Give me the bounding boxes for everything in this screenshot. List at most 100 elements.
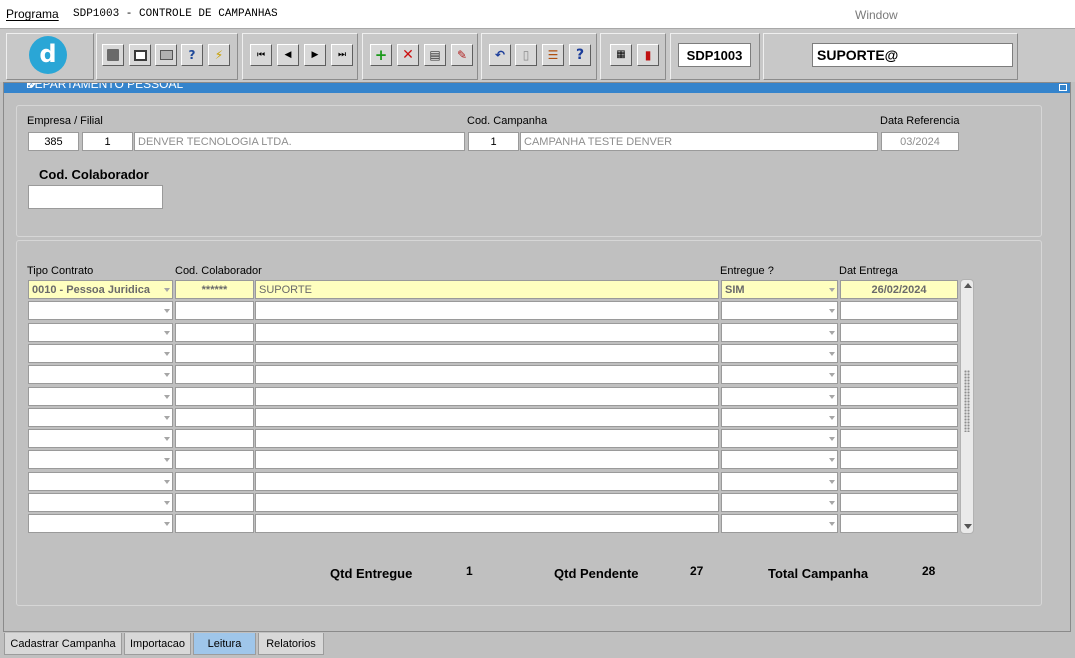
chevron-down-icon[interactable] bbox=[164, 373, 170, 377]
chevron-down-icon[interactable] bbox=[164, 288, 170, 292]
execute-query-icon[interactable]: ⚡ bbox=[208, 44, 230, 66]
cell-entregue[interactable] bbox=[721, 472, 838, 491]
help-icon[interactable]: ? bbox=[569, 44, 591, 66]
edit-icon[interactable]: ✎ bbox=[451, 44, 473, 66]
cod-campanha-field[interactable]: 1 bbox=[468, 132, 519, 151]
cell-dat-entrega[interactable] bbox=[840, 429, 958, 448]
chevron-down-icon[interactable] bbox=[164, 416, 170, 420]
cod-colaborador-filter-field[interactable] bbox=[28, 185, 163, 209]
filial-field[interactable]: 1 bbox=[82, 132, 133, 151]
cell-cod-colaborador[interactable] bbox=[175, 408, 254, 427]
cell-dat-entrega[interactable] bbox=[840, 408, 958, 427]
cell-cod-colaborador[interactable] bbox=[175, 514, 254, 533]
cell-dat-entrega[interactable] bbox=[840, 323, 958, 342]
cell-dat-entrega[interactable] bbox=[840, 365, 958, 384]
cell-tipo-contrato[interactable] bbox=[28, 387, 173, 406]
chevron-down-icon[interactable] bbox=[829, 501, 835, 505]
cell-entregue[interactable] bbox=[721, 408, 838, 427]
list-values-icon[interactable]: ☰ bbox=[542, 44, 564, 66]
empresa-field[interactable]: 385 bbox=[28, 132, 79, 151]
chevron-down-icon[interactable] bbox=[164, 437, 170, 441]
menu-icon[interactable]: ▦ bbox=[610, 44, 632, 66]
chevron-down-icon[interactable] bbox=[164, 501, 170, 505]
cell-entregue[interactable] bbox=[721, 493, 838, 512]
cell-cod-colaborador[interactable] bbox=[175, 365, 254, 384]
cell-dat-entrega[interactable] bbox=[840, 514, 958, 533]
cell-nome[interactable] bbox=[255, 323, 719, 342]
cell-tipo-contrato[interactable] bbox=[28, 301, 173, 320]
cell-nome[interactable] bbox=[255, 387, 719, 406]
cell-nome[interactable] bbox=[255, 429, 719, 448]
clear-record-icon[interactable]: ▤ bbox=[424, 44, 446, 66]
undo-icon[interactable]: ↶ bbox=[489, 44, 511, 66]
chevron-down-icon[interactable] bbox=[829, 480, 835, 484]
cell-nome[interactable] bbox=[255, 514, 719, 533]
cell-tipo-contrato[interactable] bbox=[28, 323, 173, 342]
cell-nome[interactable] bbox=[255, 344, 719, 363]
cell-tipo-contrato[interactable] bbox=[28, 344, 173, 363]
menu-window[interactable]: Window bbox=[855, 8, 898, 22]
last-record-icon[interactable]: ⏭ bbox=[331, 44, 353, 66]
cell-cod-colaborador[interactable]: ****** bbox=[175, 280, 254, 299]
grid-scrollbar[interactable] bbox=[960, 279, 974, 534]
cell-nome[interactable] bbox=[255, 301, 719, 320]
cell-tipo-contrato[interactable] bbox=[28, 493, 173, 512]
cell-entregue[interactable] bbox=[721, 301, 838, 320]
cell-tipo-contrato[interactable] bbox=[28, 514, 173, 533]
tab-cadastrar-campanha[interactable]: Cadastrar Campanha bbox=[4, 633, 122, 655]
cell-tipo-contrato[interactable] bbox=[28, 429, 173, 448]
cell-dat-entrega[interactable] bbox=[840, 387, 958, 406]
chevron-down-icon[interactable] bbox=[829, 395, 835, 399]
cell-tipo-contrato[interactable] bbox=[28, 408, 173, 427]
cell-cod-colaborador[interactable] bbox=[175, 323, 254, 342]
chevron-down-icon[interactable] bbox=[164, 480, 170, 484]
cell-cod-colaborador[interactable] bbox=[175, 344, 254, 363]
tab-importacao[interactable]: Importacao bbox=[124, 633, 191, 655]
cell-cod-colaborador[interactable] bbox=[175, 450, 254, 469]
chevron-down-icon[interactable] bbox=[164, 458, 170, 462]
cell-entregue[interactable] bbox=[721, 514, 838, 533]
chevron-down-icon[interactable] bbox=[164, 309, 170, 313]
chevron-down-icon[interactable] bbox=[829, 331, 835, 335]
delete-record-icon[interactable]: ✕ bbox=[397, 44, 419, 66]
clipboard-icon[interactable]: ▯ bbox=[515, 44, 537, 66]
cell-dat-entrega[interactable] bbox=[840, 344, 958, 363]
chevron-down-icon[interactable] bbox=[829, 458, 835, 462]
save-icon[interactable] bbox=[102, 44, 124, 66]
chevron-down-icon[interactable] bbox=[829, 309, 835, 313]
chevron-down-icon[interactable] bbox=[164, 395, 170, 399]
chevron-down-icon[interactable] bbox=[164, 331, 170, 335]
cell-dat-entrega[interactable]: 26/02/2024 bbox=[840, 280, 958, 299]
cell-entregue[interactable] bbox=[721, 387, 838, 406]
cell-cod-colaborador[interactable] bbox=[175, 493, 254, 512]
chevron-down-icon[interactable] bbox=[829, 288, 835, 292]
scroll-grip[interactable] bbox=[964, 370, 970, 432]
scroll-up-icon[interactable] bbox=[964, 283, 972, 288]
insert-record-icon[interactable]: + bbox=[370, 44, 392, 66]
chevron-down-icon[interactable] bbox=[829, 416, 835, 420]
cell-nome[interactable]: SUPORTE bbox=[255, 280, 719, 299]
cell-cod-colaborador[interactable] bbox=[175, 387, 254, 406]
cell-tipo-contrato[interactable] bbox=[28, 472, 173, 491]
chevron-down-icon[interactable] bbox=[164, 352, 170, 356]
chevron-down-icon[interactable] bbox=[829, 437, 835, 441]
cell-tipo-contrato[interactable] bbox=[28, 450, 173, 469]
chevron-down-icon[interactable] bbox=[829, 522, 835, 526]
chevron-down-icon[interactable] bbox=[829, 352, 835, 356]
query-icon[interactable]: ? bbox=[181, 44, 203, 66]
cell-dat-entrega[interactable] bbox=[840, 493, 958, 512]
cell-cod-colaborador[interactable] bbox=[175, 472, 254, 491]
cell-tipo-contrato[interactable]: 0010 - Pessoa Juridica bbox=[28, 280, 173, 299]
chevron-down-icon[interactable] bbox=[164, 522, 170, 526]
cell-dat-entrega[interactable] bbox=[840, 301, 958, 320]
print-icon[interactable] bbox=[155, 44, 177, 66]
cell-nome[interactable] bbox=[255, 408, 719, 427]
tab-leitura[interactable]: Leitura bbox=[193, 633, 256, 655]
previous-record-icon[interactable]: ◀ bbox=[277, 44, 299, 66]
scroll-down-icon[interactable] bbox=[964, 524, 972, 529]
cell-nome[interactable] bbox=[255, 365, 719, 384]
cell-cod-colaborador[interactable] bbox=[175, 429, 254, 448]
first-record-icon[interactable]: ⏮ bbox=[250, 44, 272, 66]
cell-entregue[interactable] bbox=[721, 450, 838, 469]
cell-cod-colaborador[interactable] bbox=[175, 301, 254, 320]
